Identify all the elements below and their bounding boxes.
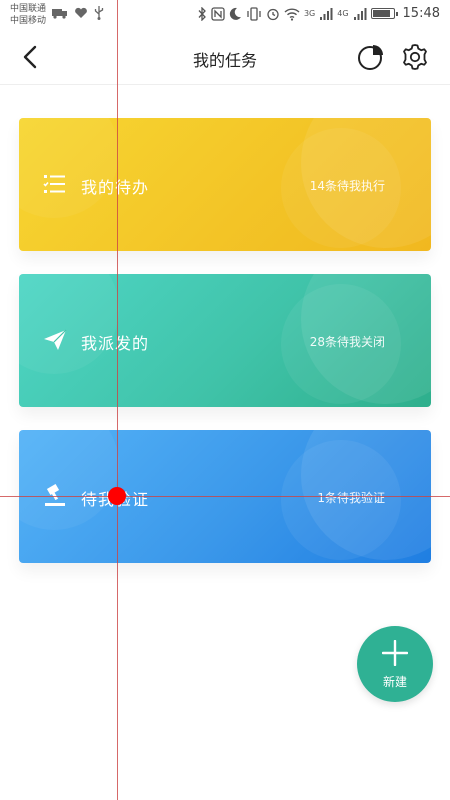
status-bar: 中国联通 中国移动 3G 4G 15:48 (0, 0, 450, 30)
crosshair-horizontal (0, 496, 450, 497)
system-icons: 3G 4G 15:48 (197, 6, 440, 21)
clock: 15:48 (402, 6, 440, 21)
card-meta: 1条待我验证 (317, 491, 385, 505)
gear-icon[interactable] (400, 42, 430, 72)
wifi-icon (284, 7, 300, 21)
alarm-icon (267, 8, 279, 20)
carrier-info: 中国联通 中国移动 (10, 3, 46, 27)
battery-icon (370, 8, 398, 19)
paper-plane-icon (44, 329, 67, 350)
plus-icon (382, 640, 408, 666)
new-task-button[interactable]: 新建 (357, 626, 433, 702)
bluetooth-icon (198, 6, 206, 21)
notification-icons (52, 6, 104, 20)
new-task-label: 新建 (382, 675, 407, 689)
app-header: 我的任务 (0, 30, 450, 85)
crosshair-vertical (117, 0, 118, 800)
network-type-1: 3G (303, 9, 316, 18)
network-type-2: 4G (337, 9, 349, 18)
truck-icon (52, 9, 67, 19)
usb-icon (94, 6, 104, 20)
moon-icon (229, 7, 241, 20)
carrier-1: 中国联通 (10, 4, 47, 14)
card-dispatched[interactable]: 我派发的 28条待我关闭 (19, 274, 431, 407)
cursor-marker (108, 487, 126, 505)
nfc-icon (211, 6, 225, 21)
signal-icon-1 (320, 7, 333, 20)
carrier-2: 中国移动 (10, 16, 47, 26)
task-list-icon (43, 175, 65, 193)
signal-icon-2 (353, 7, 367, 20)
vibrate-icon (247, 6, 261, 21)
pie-chart-icon[interactable] (356, 42, 386, 72)
card-title: 我派发的 (81, 334, 150, 353)
heart-rate-icon (75, 7, 87, 18)
card-meta: 28条待我关闭 (309, 335, 385, 349)
card-meta: 14条待我执行 (309, 179, 385, 193)
card-title: 我的待办 (81, 178, 150, 197)
card-my-todo[interactable]: 我的待办 14条待我执行 (19, 118, 431, 251)
